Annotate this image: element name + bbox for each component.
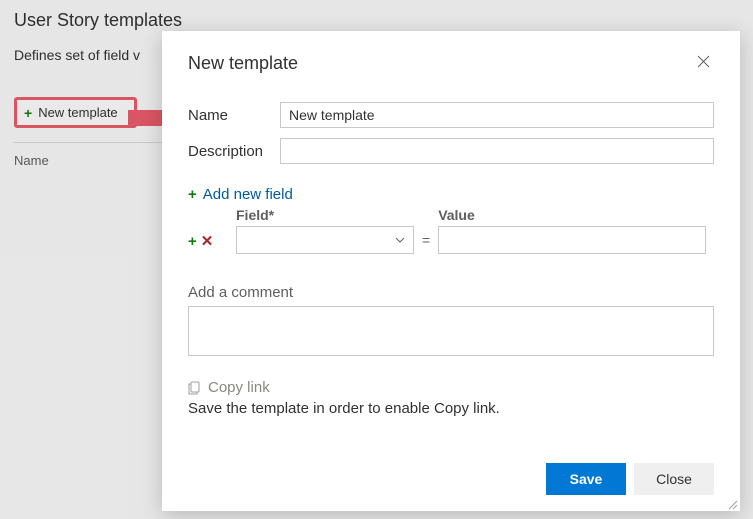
close-button[interactable]: Close	[634, 463, 714, 495]
name-label: Name	[188, 107, 280, 124]
dialog-title: New template	[188, 53, 298, 74]
plus-icon: +	[188, 186, 197, 203]
add-new-field-link[interactable]: + Add new field	[188, 186, 714, 203]
copy-link-description: Save the template in order to enable Cop…	[188, 400, 714, 417]
copy-link-section: Copy link Save the template in order to …	[188, 379, 714, 417]
comment-textarea[interactable]	[188, 306, 714, 356]
comment-section: Add a comment	[188, 284, 714, 359]
copy-link-button: Copy link	[188, 379, 714, 396]
close-icon[interactable]	[693, 51, 714, 76]
save-button[interactable]: Save	[546, 463, 626, 495]
field-select[interactable]	[236, 226, 414, 254]
copy-link-label: Copy link	[208, 379, 270, 396]
field-column: Field*	[236, 207, 414, 254]
field-row: + ✕ Field* = Value	[188, 207, 714, 254]
description-input[interactable]	[280, 138, 714, 164]
field-row-actions: + ✕	[188, 232, 228, 254]
dialog-footer: Save Close	[188, 451, 714, 495]
chevron-down-icon	[395, 237, 405, 243]
add-new-field-label: Add new field	[203, 186, 293, 203]
new-template-dialog: New template Name Description + Add new …	[162, 31, 740, 511]
comment-label: Add a comment	[188, 284, 714, 301]
description-row: Description	[188, 138, 714, 164]
add-field-section: + Add new field + ✕ Field* = Value	[188, 186, 714, 254]
value-input[interactable]	[438, 226, 706, 254]
copy-icon	[188, 381, 202, 395]
remove-row-icon[interactable]: ✕	[201, 232, 214, 250]
dialog-header: New template	[188, 51, 714, 76]
add-row-icon[interactable]: +	[188, 233, 197, 250]
resize-handle-icon[interactable]	[726, 497, 738, 509]
name-row: Name	[188, 102, 714, 128]
name-input[interactable]	[280, 102, 714, 128]
equals-label: =	[422, 232, 430, 254]
value-header-label: Value	[438, 207, 706, 223]
value-column: Value	[438, 207, 706, 254]
description-label: Description	[188, 143, 280, 160]
field-header-label: Field*	[236, 207, 414, 223]
